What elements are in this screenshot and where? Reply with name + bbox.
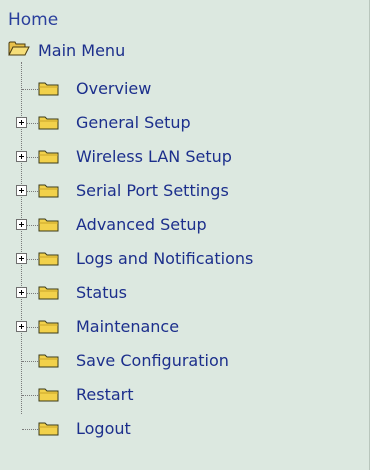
folder-icon [38,318,60,339]
folder-open-icon [8,39,30,61]
menu-item-logout[interactable]: Logout [14,412,364,446]
plus-box-icon[interactable] [16,151,27,162]
menu-item-logs-and-notifications[interactable]: Logs and Notifications [14,242,364,276]
menu-item-advanced-setup[interactable]: Advanced Setup [14,208,364,242]
menu-item-label: Serial Port Settings [76,181,229,200]
menu-item-label: Logs and Notifications [76,249,254,268]
menu-item-label: Maintenance [76,317,180,336]
plus-box-icon[interactable] [16,253,27,264]
menu-item-label: Overview [76,79,152,98]
folder-icon [38,114,60,135]
folder-icon [38,80,60,101]
folder-icon [38,386,60,407]
plus-box-icon[interactable] [16,287,27,298]
menu-item-restart[interactable]: Restart [14,378,364,412]
menu-item-overview[interactable]: Overview [14,72,364,106]
menu-panel: Home Main Menu Overview General Setup Wire… [0,0,370,470]
folder-icon [38,352,60,373]
folder-icon [38,250,60,271]
home-link[interactable]: Home [8,10,58,30]
menu-item-general-setup[interactable]: General Setup [14,106,364,140]
menu-item-serial-port-settings[interactable]: Serial Port Settings [14,174,364,208]
menu-item-label: Status [76,283,127,302]
menu-item-label: Advanced Setup [76,215,207,234]
plus-box-icon[interactable] [16,117,27,128]
menu-item-maintenance[interactable]: Maintenance [14,310,364,344]
folder-icon [38,284,60,305]
plus-box-icon[interactable] [16,185,27,196]
folder-icon [38,182,60,203]
menu-item-label: Save Configuration [76,351,229,370]
folder-icon [38,216,60,237]
main-menu-label: Main Menu [38,40,126,60]
folder-icon [38,148,60,169]
menu-item-label: Restart [76,385,134,404]
menu-item-label: Logout [76,419,131,438]
main-menu-node[interactable]: Main Menu [8,38,125,62]
folder-icon [38,420,60,441]
plus-box-icon[interactable] [16,321,27,332]
plus-box-icon[interactable] [16,219,27,230]
menu-item-status[interactable]: Status [14,276,364,310]
menu-item-wireless-lan-setup[interactable]: Wireless LAN Setup [14,140,364,174]
menu-item-label: Wireless LAN Setup [76,147,232,166]
menu-item-label: General Setup [76,113,191,132]
menu-item-save-configuration[interactable]: Save Configuration [14,344,364,378]
